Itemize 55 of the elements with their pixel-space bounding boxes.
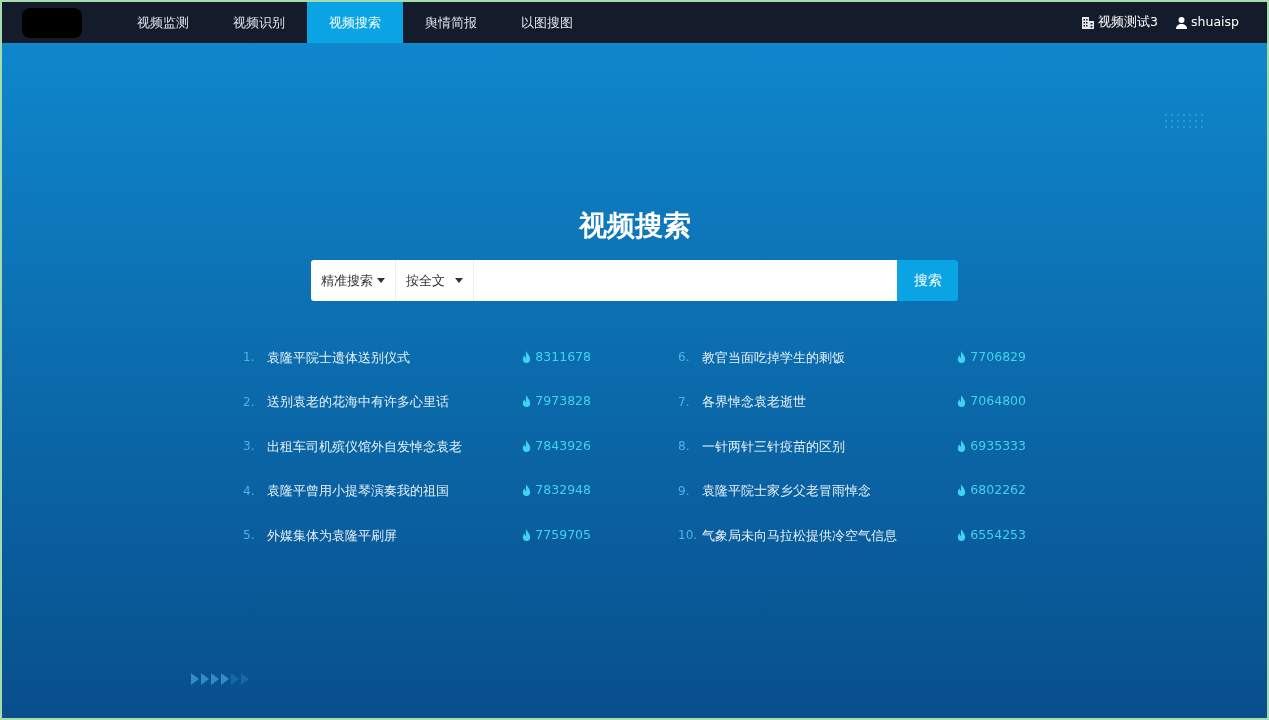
heat-count: 6554253: [970, 525, 1026, 544]
trending-link[interactable]: 袁隆平院士家乡父老冒雨悼念: [701, 481, 957, 501]
flame-icon: [956, 484, 968, 498]
page-title: 视频搜索: [578, 208, 691, 244]
caret-icon: [455, 278, 463, 283]
nav-tab[interactable]: 视频监测: [115, 2, 211, 43]
flame-icon: [521, 395, 533, 409]
caret-icon: [377, 278, 385, 283]
heat-count: 7973828: [535, 392, 591, 411]
heat-count: 7706829: [970, 347, 1026, 366]
rank-number: 5.: [243, 527, 256, 545]
trending-link[interactable]: 一针两针三针疫苗的区别: [701, 436, 957, 456]
trending-link[interactable]: 教官当面吃掉学生的剩饭: [701, 347, 957, 367]
rank-number: 8.: [678, 438, 691, 456]
dot-grid-drawing: [1164, 113, 1204, 129]
heat-count: 8311678: [535, 347, 591, 366]
heat-count: 7832948: [535, 481, 591, 500]
org-name: 视频测试3: [1098, 13, 1159, 32]
heat-count: 7759705: [535, 525, 591, 544]
nav-tab[interactable]: 以图搜图: [499, 2, 595, 43]
flame-icon: [956, 395, 968, 409]
trending-link[interactable]: 各界悼念袁老逝世: [701, 392, 957, 412]
search-mode-dropdown[interactable]: 精准搜索: [311, 260, 396, 301]
rank-number: 3.: [243, 438, 256, 456]
trending-link[interactable]: 出租车司机殡仪馆外自发悼念袁老: [266, 436, 522, 456]
rank-number: 10.: [678, 527, 699, 545]
nav-tab[interactable]: 舆情简报: [403, 2, 499, 43]
user-name: shuaisp: [1191, 13, 1239, 32]
nav-tab[interactable]: 视频识别: [211, 2, 307, 43]
trending-link[interactable]: 送别袁老的花海中有许多心里话: [266, 392, 522, 412]
trending-link[interactable]: 气象局未向马拉松提供冷空气信息: [701, 525, 957, 545]
building-icon: [1082, 16, 1095, 29]
flame-icon: [521, 484, 533, 498]
flame-icon: [956, 350, 968, 364]
rank-number: 6.: [678, 349, 691, 367]
search-scope-dropdown[interactable]: 按全文: [396, 260, 474, 301]
heat-count: 6802262: [970, 481, 1026, 500]
rank-number: 4.: [243, 482, 256, 500]
rank-number: 9.: [678, 482, 691, 500]
flame-icon: [521, 350, 533, 364]
rank-number: 1.: [243, 349, 256, 367]
logo-placeholder: [22, 7, 82, 38]
trending-link[interactable]: 袁隆平曾用小提琴演奏我的祖国: [266, 481, 522, 501]
flame-icon: [956, 439, 968, 453]
heat-count: 6935333: [970, 436, 1026, 455]
user-icon: [1176, 16, 1188, 29]
rank-number: 7.: [678, 393, 691, 411]
heat-count: 7843926: [535, 436, 591, 455]
heat-count: 7064800: [970, 392, 1026, 411]
rank-number: 2.: [243, 393, 256, 411]
flame-icon: [521, 439, 533, 453]
flame-icon: [521, 528, 533, 542]
flame-icon: [956, 528, 968, 542]
trending-link[interactable]: 袁隆平院士遗体送别仪式: [266, 347, 522, 367]
trending-link[interactable]: 外媒集体为袁隆平刷屏: [266, 525, 522, 545]
